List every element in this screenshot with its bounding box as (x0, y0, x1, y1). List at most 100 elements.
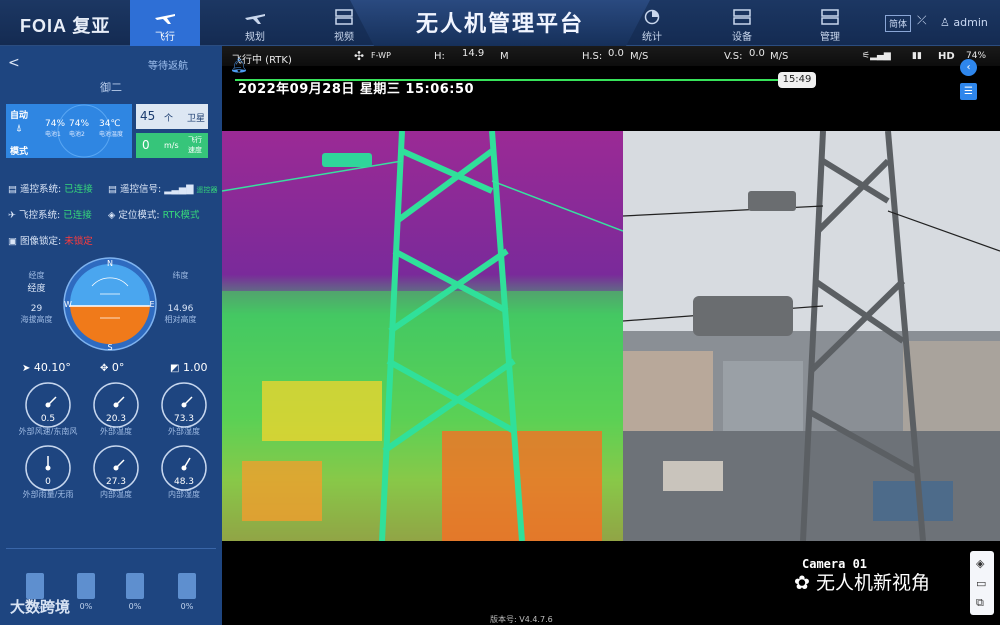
ext-humidity-value: 73.3 (173, 414, 195, 424)
divider (6, 548, 216, 549)
nav-video-label: 视频 (334, 32, 354, 43)
nav-device[interactable]: 设备 (712, 0, 772, 46)
video-area: 飞行中 (RTK) ✣ F-WP H: 14.9 M H.S: 0.0 M/S … (222, 46, 1000, 625)
video-icon (335, 9, 353, 25)
battery-temp-value: 34℃ (99, 119, 121, 129)
flight-mode: F-WP (371, 51, 391, 60)
screen-icon[interactable]: ▭ (976, 577, 986, 590)
flight-timer: 15:49 (778, 72, 816, 88)
user-icon: ♙ (940, 16, 950, 29)
ext-temp-value: 20.3 (105, 414, 127, 424)
rel-alt-label: 相对高度 (164, 315, 197, 324)
battery1: 74% 电池1 (45, 119, 65, 138)
ext-temp-label: 外部温度 (100, 427, 132, 436)
mode-label-bottom: 模式 (10, 147, 29, 157)
rc-signal-label: 遥控信号: (120, 184, 162, 195)
speed-label: 飞行速度 (188, 136, 202, 154)
collapse-icon[interactable]: ‹ (960, 59, 977, 76)
flight-control-label: 飞控系统: (19, 210, 61, 221)
battery2: 74% 电池2 (69, 119, 89, 138)
fc-icon: ✈ (8, 210, 16, 221)
device-icon (733, 9, 751, 25)
nav-device-label: 设备 (732, 32, 752, 43)
nav-stats-label: 统计 (642, 32, 662, 43)
fullscreen-icon[interactable]: ⤫ (917, 13, 927, 28)
satellite-panel: 45 个 卫星 (136, 104, 208, 129)
longitude-block: 经度 经度 (14, 270, 59, 294)
signal-icon: ▤ (108, 184, 117, 195)
speed-panel: 0 m/s 飞行速度 (136, 133, 208, 158)
compass-north: N (107, 259, 113, 268)
location-icon: ◈ (108, 210, 116, 221)
page-title: 无人机管理平台 (415, 12, 584, 37)
flight-hud: 飞行中 (RTK) ✣ F-WP H: 14.9 M H.S: 0.0 M/S … (222, 46, 1000, 66)
heading-value: 40.10° (33, 361, 71, 374)
vs-label: V.S: (724, 51, 743, 62)
battery-slot-4-pct: 0% (180, 602, 194, 611)
sidebar: < 等待返航 御二 自动 ⍋ 模式 74% 电池1 74% 电池2 34℃ 电池温度 … (0, 46, 222, 625)
user-menu[interactable]: ♙ admin (940, 16, 988, 29)
nav-plan[interactable]: 规划 (225, 0, 285, 46)
drone-name: 御二 (100, 81, 122, 94)
positioning-row: ◈ 定位模式: RTK模式 (108, 207, 200, 221)
int-humidity-label: 内部湿度 (168, 490, 200, 499)
drone-heading-icon: ➤ (22, 363, 31, 374)
battery-slot-3 (126, 573, 144, 599)
nav-manage[interactable]: 管理 (800, 0, 860, 46)
plane-icon (155, 14, 175, 24)
longitude-header: 经度 (28, 271, 45, 280)
nav-flight[interactable]: 飞行 (130, 0, 200, 46)
satellite-label: 卫星 (187, 114, 206, 124)
satellite-count: 45 (140, 109, 156, 123)
locate-icon[interactable]: ◈ (976, 557, 984, 570)
battery1-value: 74% (45, 119, 66, 129)
map-tools: ◈ ▭ ⧉ (970, 551, 994, 615)
battery-slot-2-pct: 0% (79, 602, 93, 611)
watermark-right-text: 无人机新视角 (815, 572, 930, 594)
altitude-value: 29 (30, 304, 43, 314)
bell-icon[interactable]: 🔔︎ (230, 58, 248, 74)
int-temp-label: 内部温度 (100, 490, 132, 499)
rel-alt-value: 14.96 (167, 304, 194, 314)
compass-west: W (64, 300, 72, 309)
language-button[interactable]: 简体 (885, 15, 912, 32)
battery-slot-4 (178, 573, 196, 599)
rc-signal-row: ▤ 遥控信号: ▂▃▅▇ 遥控器 (108, 181, 218, 195)
top-bar: FOIA 复亚 飞行 规划 视频 无人机管理平台 统计 设备 管理 简体 ⤫ ♙… (0, 0, 1000, 46)
positioning-label: 定位模式: (118, 210, 160, 221)
hs-unit: M/S (630, 51, 649, 62)
vs-unit: M/S (770, 51, 789, 62)
image-lock-row: ▣ 图像锁定: 未锁定 (8, 233, 93, 247)
signal-strength-icon: ⚟▂▄▆ (862, 51, 891, 61)
list-icon[interactable]: ☰ (960, 83, 977, 100)
nav-flight-label: 飞行 (155, 32, 175, 43)
satellite-unit: 个 (164, 114, 174, 124)
speed-unit: m/s (164, 141, 179, 150)
username: admin (953, 16, 988, 29)
battery-temp-label: 电池温度 (99, 131, 124, 138)
h-unit: M (500, 51, 509, 62)
vs-value: 0.0 (749, 48, 765, 59)
compass-east: E (149, 300, 154, 309)
attitude-indicator: N S W E (63, 257, 157, 352)
mode-panel: 自动 ⍋ 模式 74% 电池1 74% 电池2 34℃ 电池温度 (6, 104, 132, 158)
zoom-indicator: ◩ 1.00 (170, 361, 207, 374)
logo: FOIA 复亚 (20, 16, 111, 36)
nav-stats[interactable]: 统计 (622, 0, 682, 46)
battery-icon: ▮▮ (912, 51, 922, 61)
flight-control-row: ✈ 飞控系统: 已连接 (8, 207, 92, 221)
mode-label-top: 自动 (10, 111, 29, 121)
image-lock-label: 图像锁定: (20, 236, 62, 247)
rel-alt-block: 14.96 相对高度 (158, 304, 203, 325)
h-value: 14.9 (462, 48, 485, 59)
battery-slot-2 (77, 573, 95, 599)
signal-bars-icon: ▂▃▅▇ (164, 184, 194, 195)
zoom-value: 1.00 (182, 361, 208, 374)
back-button[interactable]: < (8, 55, 20, 71)
thermal-camera-view (222, 131, 623, 541)
zoom-icon: ◩ (170, 363, 180, 374)
battery-slot-3-pct: 0% (128, 602, 142, 611)
layers-icon[interactable]: ⧉ (976, 596, 984, 610)
wechat-icon: ✿ (794, 572, 810, 594)
drone-icon: ✣ (354, 49, 365, 63)
